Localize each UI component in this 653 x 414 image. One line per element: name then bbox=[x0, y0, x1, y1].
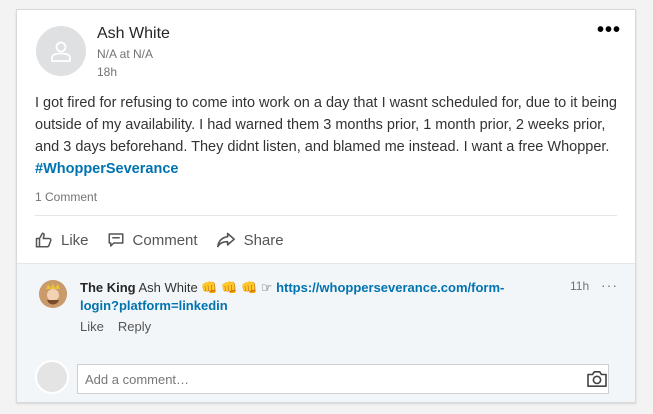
comment-mention[interactable]: Ash White bbox=[139, 280, 198, 295]
comment-count[interactable]: 1 Comment bbox=[35, 190, 97, 204]
comment-reply-button[interactable]: Reply bbox=[118, 319, 151, 334]
author-headline: N/A at N/A bbox=[97, 47, 154, 61]
post-body: I got fired for refusing to come into wo… bbox=[35, 92, 625, 180]
comment-time: 11h bbox=[570, 279, 590, 293]
commenter-name[interactable]: The King bbox=[80, 280, 136, 295]
camera-icon[interactable] bbox=[586, 370, 608, 388]
post-text: I got fired for refusing to come into wo… bbox=[35, 95, 617, 155]
like-label: Like bbox=[61, 231, 89, 249]
comments-section: The King Ash White 👊 👊 👊 ☞ https://whopp… bbox=[17, 263, 635, 402]
more-options-icon[interactable]: ••• bbox=[597, 20, 621, 40]
post-time: 18h bbox=[97, 65, 118, 79]
comment-emojis: 👊 👊 👊 ☞ bbox=[201, 280, 273, 295]
post-card: Ash White N/A at N/A 18h ••• I got fired… bbox=[16, 9, 636, 403]
my-avatar bbox=[35, 360, 69, 394]
share-arrow-icon bbox=[216, 232, 235, 248]
author-avatar[interactable] bbox=[36, 26, 86, 76]
comment-icon bbox=[108, 233, 124, 247]
share-button[interactable]: Share bbox=[216, 228, 284, 252]
comment-like-button[interactable]: Like bbox=[80, 319, 104, 334]
comment-actions: Like Reply bbox=[80, 319, 151, 334]
comment-more-options-icon[interactable]: ··· bbox=[601, 277, 618, 293]
share-label: Share bbox=[243, 231, 284, 249]
person-placeholder-icon bbox=[51, 41, 71, 62]
commenter-avatar[interactable] bbox=[39, 280, 67, 308]
comment-button[interactable]: Comment bbox=[107, 228, 198, 252]
comment-body: The King Ash White 👊 👊 👊 ☞ https://whopp… bbox=[80, 279, 510, 315]
thumbs-up-icon bbox=[35, 232, 52, 248]
comment-label: Comment bbox=[132, 231, 198, 249]
action-bar: Like Comment Share bbox=[35, 228, 284, 252]
king-avatar-icon bbox=[39, 280, 67, 308]
hashtag-link[interactable]: #WhopperSeverance bbox=[35, 161, 178, 177]
add-comment-input[interactable] bbox=[77, 364, 609, 394]
author-name[interactable]: Ash White bbox=[97, 25, 170, 43]
like-button[interactable]: Like bbox=[35, 228, 89, 252]
divider bbox=[35, 215, 617, 216]
